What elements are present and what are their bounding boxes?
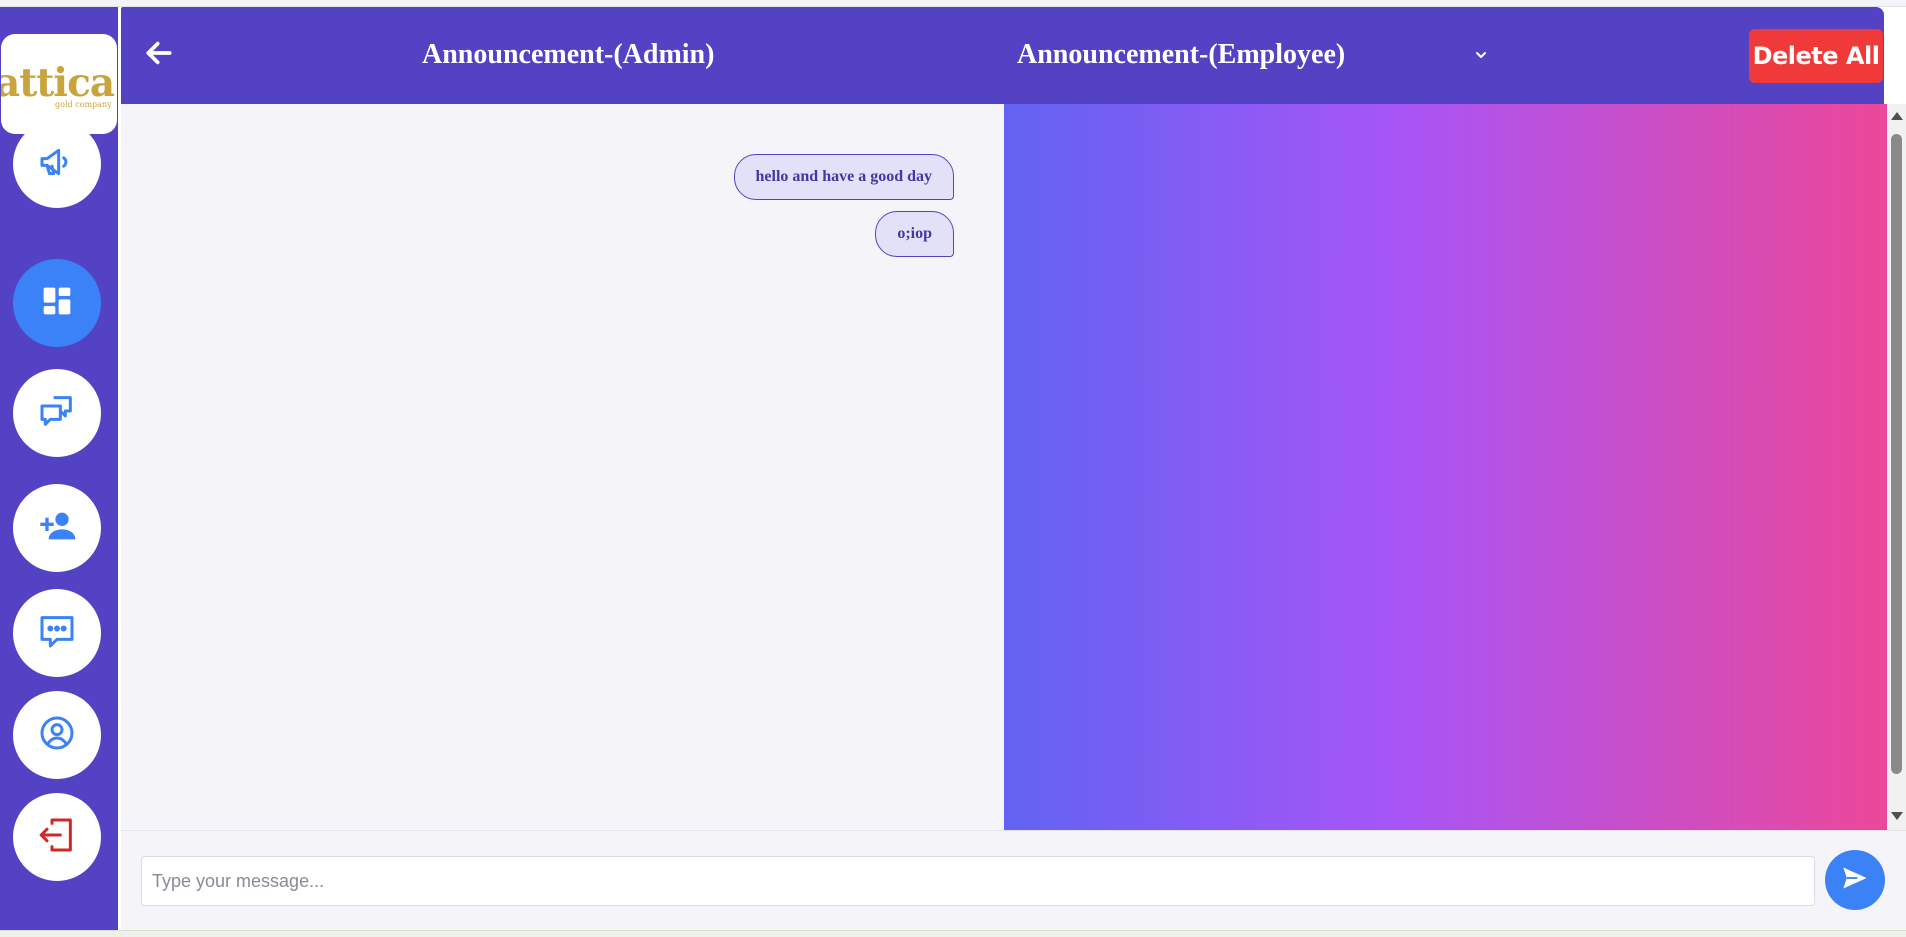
message-dots-icon — [37, 611, 77, 656]
sidebar: attica gold company — [0, 7, 118, 930]
dashboard-icon — [37, 281, 77, 326]
sidebar-item-messages[interactable] — [13, 589, 101, 677]
message-list: hello and have a good day o;iop — [121, 104, 954, 830]
delete-all-button[interactable]: Delete All — [1749, 29, 1883, 83]
sidebar-item-announcements[interactable] — [13, 120, 101, 208]
brand-logo[interactable]: attica gold company — [1, 34, 117, 134]
send-icon — [1841, 864, 1869, 897]
user-circle-icon — [37, 713, 77, 758]
gradient-panel — [1004, 104, 1887, 830]
scroll-up-arrow-icon[interactable] — [1891, 112, 1903, 120]
scroll-down-arrow-icon[interactable] — [1891, 812, 1903, 820]
top-edge — [0, 0, 1906, 7]
message-input[interactable] — [141, 856, 1815, 906]
tab-announcement-employee[interactable]: Announcement-(Employee) — [1017, 39, 1345, 71]
sidebar-item-chats[interactable] — [13, 369, 101, 457]
scrollbar[interactable] — [1887, 104, 1906, 830]
sidebar-item-dashboard[interactable] — [13, 259, 101, 347]
header: Announcement-(Admin) Announcement-(Emplo… — [121, 7, 1884, 104]
sidebar-item-add-user[interactable] — [13, 484, 101, 572]
chevron-down-icon[interactable] — [1470, 45, 1492, 65]
logout-icon — [37, 815, 77, 860]
tab-announcement-admin[interactable]: Announcement-(Admin) — [422, 39, 714, 71]
brand-tagline: gold company — [55, 100, 112, 109]
bottom-edge — [0, 930, 1906, 937]
sidebar-item-profile[interactable] — [13, 691, 101, 779]
message-composer — [121, 830, 1906, 930]
add-user-icon — [37, 506, 77, 551]
message-bubble: hello and have a good day — [733, 154, 954, 200]
chat-bubbles-icon — [37, 391, 77, 436]
scrollbar-thumb[interactable] — [1891, 134, 1902, 774]
message-bubble: o;iop — [875, 211, 954, 257]
sidebar-item-logout[interactable] — [13, 793, 101, 881]
megaphone-icon — [37, 142, 77, 187]
back-button[interactable] — [141, 37, 177, 73]
send-button[interactable] — [1825, 850, 1885, 910]
app-window: attica gold company Announcement-(Admin)… — [0, 0, 1906, 937]
arrow-left-icon — [143, 37, 175, 74]
